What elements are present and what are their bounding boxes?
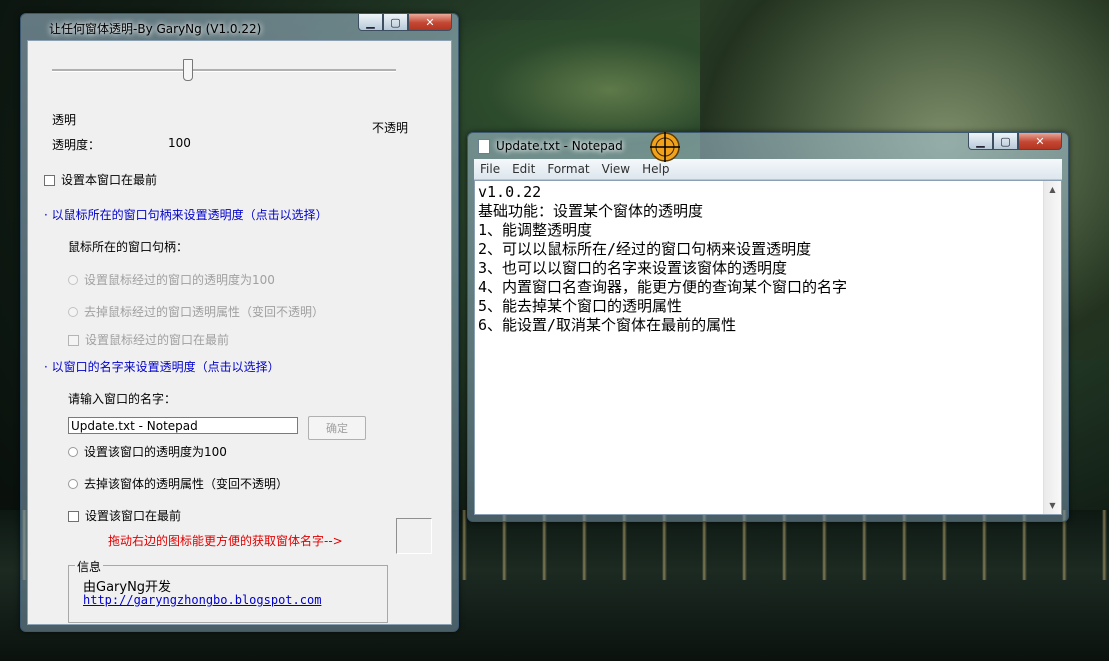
name-remove-transparency-radio[interactable] [68,479,78,489]
maximize-icon: ▢ [390,15,401,29]
notepad-title: Update.txt - Notepad [496,139,623,153]
crosshair-target-icon[interactable] [649,131,681,163]
opacity-slider-thumb[interactable] [182,59,193,81]
text-line: 4、内置窗口名查询器，能更方便的查询某个窗口的名字 [478,278,848,296]
name-set-opacity-radio[interactable] [68,447,78,457]
menu-help[interactable]: Help [636,162,675,176]
transparency-tool-window: 让任何窗体透明-By GaryNg (V1.0.22) ▁ ▢ ✕ 透明 不透明… [20,13,459,632]
menu-file[interactable]: File [474,162,506,176]
ok-button[interactable]: 确定 [308,416,366,440]
minimize-button[interactable]: ▁ [358,14,383,31]
mouse-remove-transparency-label: 去掉鼠标经过的窗口透明属性（变回不透明） [84,305,325,319]
mouse-handle-label: 鼠标所在的窗口句柄： [68,240,189,254]
info-blog-link[interactable]: http://garyngzhongbo.blogspot.com [83,593,321,607]
mouse-set-opacity-radio-row[interactable]: 设置鼠标经过的窗口的透明度为100 [68,271,275,288]
drag-hint: 拖动右边的图标能更方便的获取窗体名字--> [108,534,343,548]
minimize-icon: ▁ [976,134,985,148]
drag-window-finder-target[interactable] [396,518,432,554]
name-topmost-label: 设置该窗口在最前 [85,509,182,523]
text-line: 6、能设置/取消某个窗体在最前的属性 [478,316,737,334]
mouse-set-opacity-label: 设置鼠标经过的窗口的透明度为100 [84,273,275,287]
maximize-icon: ▢ [1000,134,1011,148]
section-window-name[interactable]: · 以窗口的名字来设置透明度（点击以选择） [44,358,280,375]
topmost-self-checkbox-row[interactable]: 设置本窗口在最前 [44,171,157,188]
text-line: 1、能调整透明度 [478,221,593,239]
info-group-title: 信息 [75,558,104,575]
name-input-label: 请输入窗口的名字： [68,392,177,406]
minimize-icon: ▁ [366,15,375,29]
name-topmost-checkbox[interactable] [68,511,79,522]
maximize-button[interactable]: ▢ [383,14,408,31]
name-set-opacity-radio-row[interactable]: 设置该窗口的透明度为100 [68,443,227,460]
mouse-topmost-checkbox[interactable] [68,335,79,346]
label-transparent: 透明 [52,113,77,127]
notepad-minimize-button[interactable]: ▁ [968,133,993,150]
notepad-title-bar[interactable]: Update.txt - Notepad ▁ ▢ ✕ [468,133,1068,159]
menu-view[interactable]: View [596,162,636,176]
menu-format[interactable]: Format [541,162,595,176]
mouse-topmost-label: 设置鼠标经过的窗口在最前 [85,333,230,347]
window-name-input[interactable]: Update.txt - Notepad [68,417,298,434]
opacity-slider-track[interactable] [52,69,396,72]
window-controls: ▁ ▢ ✕ [358,14,452,32]
mouse-set-opacity-radio[interactable] [68,275,78,285]
topmost-self-checkbox[interactable] [44,175,55,186]
close-icon: ✕ [425,15,435,29]
close-icon: ✕ [1035,134,1045,148]
menu-edit[interactable]: Edit [506,162,541,176]
text-line: 5、能去掉某个窗口的透明属性 [478,297,683,315]
window-title: 让任何窗体透明-By GaryNg (V1.0.22) [49,22,262,36]
notepad-content: v1.0.22 基础功能：设置某个窗体的透明度 1、能调整透明度 2、可以以鼠标… [478,183,1043,335]
scroll-down-arrow-icon[interactable]: ▼ [1044,497,1061,514]
opacity-value: 100 [168,136,191,150]
mouse-remove-transparency-radio-row[interactable]: 去掉鼠标经过的窗口透明属性（变回不透明） [68,303,324,320]
text-line: 2、可以以鼠标所在/经过的窗口句柄来设置透明度 [478,240,812,258]
notepad-document-icon [478,139,490,154]
name-remove-transparency-label: 去掉该窗体的透明属性（变回不透明） [84,477,289,491]
vertical-scrollbar[interactable]: ▲ ▼ [1043,181,1061,514]
label-opaque: 不透明 [372,121,409,135]
topmost-self-label: 设置本窗口在最前 [61,173,158,187]
close-button[interactable]: ✕ [408,14,452,31]
mouse-topmost-checkbox-row[interactable]: 设置鼠标经过的窗口在最前 [68,331,229,348]
info-groupbox: 信息 由GaryNg开发 http://garyngzhongbo.blogsp… [68,558,388,623]
main-client-area: 透明 不透明 透明度： 100 设置本窗口在最前 · 以鼠标所在的窗口句柄来设置… [27,40,452,625]
notepad-text-area[interactable]: v1.0.22 基础功能：设置某个窗体的透明度 1、能调整透明度 2、可以以鼠标… [474,180,1062,515]
scroll-up-arrow-icon[interactable]: ▲ [1044,181,1061,198]
text-line: v1.0.22 [478,183,542,201]
name-topmost-checkbox-row[interactable]: 设置该窗口在最前 [68,507,181,524]
name-set-opacity-label: 设置该窗口的透明度为100 [84,445,227,459]
text-line: 基础功能：设置某个窗体的透明度 [478,202,704,220]
notepad-window-controls: ▁ ▢ ✕ [968,133,1062,151]
name-remove-transparency-radio-row[interactable]: 去掉该窗体的透明属性（变回不透明） [68,475,288,492]
text-line: 3、也可以以窗口的名字来设置该窗体的透明度 [478,259,788,277]
mouse-remove-transparency-radio[interactable] [68,307,78,317]
notepad-maximize-button[interactable]: ▢ [993,133,1018,150]
notepad-close-button[interactable]: ✕ [1018,133,1062,150]
notepad-window: Update.txt - Notepad ▁ ▢ ✕ File Edit For… [467,132,1069,522]
label-opacity: 透明度： [52,138,101,152]
title-bar[interactable]: 让任何窗体透明-By GaryNg (V1.0.22) ▁ ▢ ✕ [21,14,458,40]
notepad-menubar: File Edit Format View Help [474,159,1062,180]
section-mouse-handle[interactable]: · 以鼠标所在的窗口句柄来设置透明度（点击以选择） [44,206,328,223]
